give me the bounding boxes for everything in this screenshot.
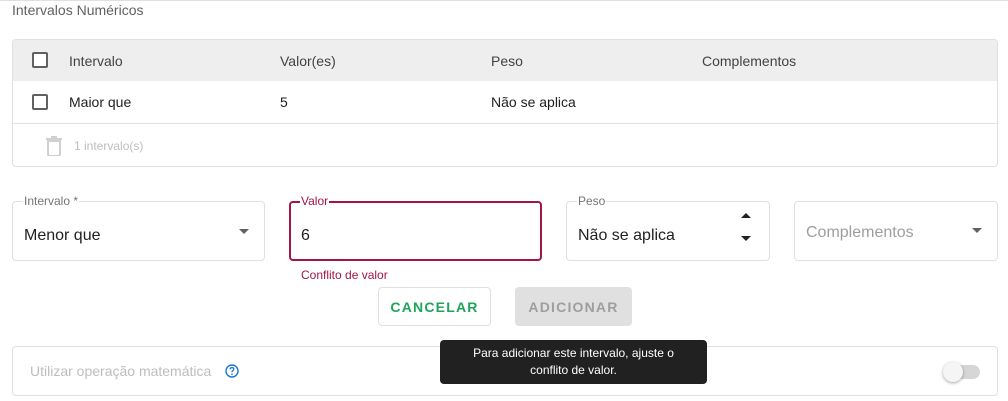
tooltip-line-1: Para adicionar este intervalo, ajuste o: [473, 346, 674, 360]
select-all-checkbox-icon[interactable]: [32, 52, 48, 68]
top-divider: [0, 0, 1008, 1]
table-row[interactable]: Maior que 5 Não se aplica: [13, 81, 997, 124]
dropdown-arrow-icon[interactable]: [239, 229, 249, 234]
valor-input[interactable]: Valor 6: [289, 195, 542, 261]
header-complementos[interactable]: Complementos: [702, 40, 796, 81]
cancel-button[interactable]: CANCELAR: [378, 287, 491, 326]
valor-error-message: Conflito de valor: [301, 268, 388, 282]
row-intervalo: Maior que: [69, 94, 132, 110]
peso-select[interactable]: Peso Não se aplica: [566, 195, 770, 261]
row-checkbox-icon[interactable]: [32, 94, 48, 110]
row-valores: 5: [280, 94, 288, 110]
header-peso[interactable]: Peso: [491, 40, 523, 81]
help-icon[interactable]: [225, 364, 239, 378]
toggle-thumb[interactable]: [943, 362, 963, 382]
dropdown-arrow-icon[interactable]: [972, 228, 982, 233]
complementos-placeholder: Complementos: [806, 224, 914, 241]
intervalo-label: Intervalo *: [23, 194, 80, 208]
valor-label: Valor: [300, 194, 330, 208]
table-footer: 1 intervalo(s): [13, 124, 997, 166]
table-header: Intervalo Valor(es) Peso Complementos: [13, 40, 997, 81]
peso-value: Não se aplica: [578, 227, 675, 244]
interval-count: 1 intervalo(s): [74, 138, 144, 153]
intervals-table: Intervalo Valor(es) Peso Complementos Ma…: [12, 39, 998, 167]
add-button[interactable]: ADICIONAR: [515, 287, 632, 326]
tooltip-line-2: conflito de valor.: [530, 363, 617, 377]
peso-label: Peso: [577, 194, 607, 208]
header-valores[interactable]: Valor(es): [280, 40, 336, 81]
header-intervalo[interactable]: Intervalo: [69, 40, 123, 81]
complementos-select[interactable]: Complementos: [794, 201, 998, 261]
intervalo-value: Menor que: [24, 227, 101, 244]
section-title: Intervalos Numéricos: [12, 2, 144, 18]
row-peso: Não se aplica: [491, 94, 576, 110]
sort-down-arrow-icon[interactable]: [741, 236, 751, 241]
math-operation-label: Utilizar operação matemática: [30, 363, 212, 379]
valor-value: 6: [301, 227, 310, 244]
intervalo-select[interactable]: Intervalo * Menor que: [12, 195, 265, 261]
add-disabled-tooltip: Para adicionar este intervalo, ajuste o …: [440, 340, 707, 384]
sort-up-arrow-icon[interactable]: [741, 213, 751, 218]
trash-icon[interactable]: [45, 136, 63, 156]
